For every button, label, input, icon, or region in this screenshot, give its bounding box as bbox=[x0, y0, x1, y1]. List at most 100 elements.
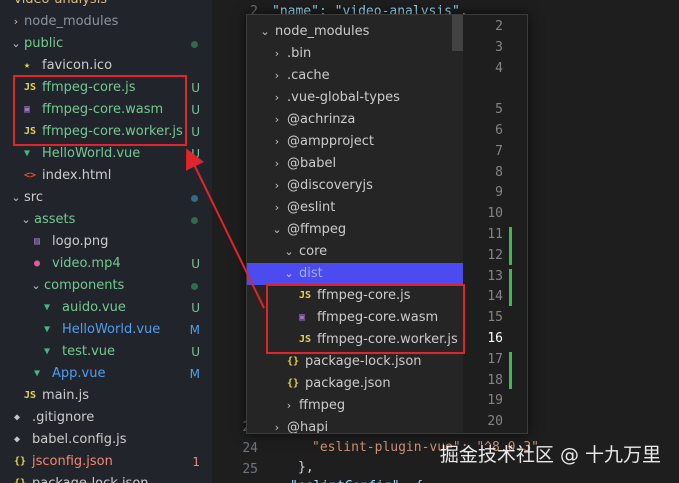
peek-item-selected[interactable]: ⌄ dist bbox=[247, 263, 463, 285]
chevron-icon: › bbox=[274, 69, 280, 82]
line-number: 10 bbox=[487, 206, 503, 222]
line-number: 12 bbox=[487, 247, 503, 263]
chevron-icon: ⌄ bbox=[260, 25, 270, 38]
explorer-item-label: logo.png bbox=[52, 234, 109, 249]
peek-item-label: .bin bbox=[287, 46, 312, 61]
line-number: 5 bbox=[495, 102, 503, 118]
peek-item-label: @discoveryjs bbox=[287, 178, 373, 193]
explorer-item[interactable]: ⌄ src bbox=[0, 187, 212, 209]
git-status-badge: M bbox=[189, 367, 200, 381]
peek-item[interactable]: ⌄ node_modules bbox=[247, 21, 463, 43]
explorer-item[interactable]: ◆ .gitignore bbox=[0, 407, 212, 429]
file-type-icon: ◆ bbox=[14, 412, 21, 423]
peek-item[interactable]: › @ampproject bbox=[247, 131, 463, 153]
explorer-item[interactable]: › node_modules bbox=[0, 11, 212, 33]
chevron-icon: ⌄ bbox=[272, 223, 282, 236]
peek-item[interactable]: › @eslint bbox=[247, 197, 463, 219]
git-change-bar bbox=[509, 268, 512, 307]
explorer-item[interactable]: ⌄ public bbox=[0, 33, 212, 55]
chevron-icon: › bbox=[274, 47, 280, 60]
peek-item-label: .cache bbox=[287, 68, 330, 83]
explorer-item[interactable]: ▼ App.vue M bbox=[0, 363, 212, 385]
explorer-item-label: main.js bbox=[42, 388, 89, 403]
explorer-item[interactable]: ◆ babel.config.js bbox=[0, 429, 212, 451]
chevron-icon: › bbox=[274, 113, 280, 126]
line-number: 20 bbox=[487, 414, 503, 430]
explorer-item[interactable]: ▼ HelloWorld.vue U bbox=[0, 143, 212, 165]
line-number: 19 bbox=[487, 393, 503, 409]
peek-item[interactable]: ⌄ @ffmpeg bbox=[247, 219, 463, 241]
file-type-icon: {} bbox=[287, 378, 300, 389]
git-status-badge: U bbox=[191, 103, 200, 117]
git-status-badge: U bbox=[191, 81, 200, 95]
file-type-icon: JS bbox=[24, 390, 37, 401]
popup-highlight-box bbox=[266, 284, 465, 354]
peek-item[interactable]: › .vue-global-types bbox=[247, 87, 463, 109]
peek-item[interactable]: {} package-lock.json bbox=[247, 351, 463, 373]
chevron-icon: ⌄ bbox=[11, 37, 21, 50]
line-number: 6 bbox=[495, 123, 503, 138]
peek-item-label: dist bbox=[299, 266, 323, 281]
line-number: 2 bbox=[495, 19, 503, 34]
chevron-icon: › bbox=[274, 421, 280, 434]
git-status-badge: 1 bbox=[192, 455, 200, 469]
file-type-icon: ▨ bbox=[34, 236, 41, 247]
peek-scrollbar[interactable] bbox=[452, 15, 463, 51]
explorer-item[interactable]: ● video.mp4 U bbox=[0, 253, 212, 275]
chevron-icon: › bbox=[274, 91, 280, 104]
explorer-item[interactable]: <> index.html bbox=[0, 165, 212, 187]
explorer-item[interactable]: ▨ logo.png bbox=[0, 231, 212, 253]
chevron-icon: › bbox=[274, 135, 280, 148]
file-type-icon: ▼ bbox=[44, 346, 51, 357]
explorer-item-label: jsconfig.json bbox=[32, 454, 113, 469]
explorer-item-label: src bbox=[24, 190, 43, 205]
peek-item[interactable]: › ffmpeg bbox=[247, 395, 463, 417]
line-number: 3 bbox=[495, 39, 503, 55]
git-change-bar bbox=[509, 351, 512, 390]
peek-item[interactable]: › @discoveryjs bbox=[247, 175, 463, 197]
explorer-item[interactable]: ▼ HelloWorld.vue M bbox=[0, 319, 212, 341]
peek-item[interactable]: ⌄ core bbox=[247, 241, 463, 263]
explorer-item[interactable]: {} package-lock.json bbox=[0, 473, 212, 483]
file-type-icon: <> bbox=[24, 170, 37, 181]
chevron-icon: › bbox=[274, 201, 280, 214]
line-number: 7 bbox=[495, 143, 503, 159]
git-status-badge: U bbox=[191, 147, 200, 161]
explorer-item[interactable]: ▼ test.vue U bbox=[0, 341, 212, 363]
chevron-icon: › bbox=[274, 179, 280, 192]
chevron-icon: ⌄ bbox=[284, 245, 294, 258]
peek-item[interactable]: › @hapi bbox=[247, 417, 463, 434]
peek-item-label: core bbox=[299, 244, 328, 259]
peek-item[interactable]: › .bin bbox=[247, 43, 463, 65]
explorer-item[interactable]: ⌄ components bbox=[0, 275, 212, 297]
git-status-badge: U bbox=[191, 301, 200, 315]
file-type-icon: ▼ bbox=[24, 148, 31, 159]
explorer-item[interactable]: video-analysis bbox=[0, 0, 212, 11]
peek-item[interactable]: › @achrinza bbox=[247, 109, 463, 131]
peek-item-label: package.json bbox=[305, 376, 391, 391]
file-type-icon: {} bbox=[287, 356, 300, 367]
explorer-item-label: components bbox=[44, 278, 125, 293]
explorer-item[interactable]: ★ favicon.ico bbox=[0, 55, 212, 77]
change-dot bbox=[191, 217, 198, 224]
explorer-item-label: video-analysis bbox=[14, 0, 107, 11]
peek-item-label: @ffmpeg bbox=[287, 222, 347, 237]
file-explorer: video-analysis›node_modules⌄public★favic… bbox=[0, 0, 212, 483]
peek-item[interactable]: › .cache bbox=[247, 65, 463, 87]
explorer-item[interactable]: ▼ auido.vue U bbox=[0, 297, 212, 319]
explorer-item[interactable]: JS main.js bbox=[0, 385, 212, 407]
watermark: 掘金技术社区 @ 十九万里 bbox=[439, 444, 661, 466]
explorer-item-label: App.vue bbox=[52, 366, 106, 381]
peek-item[interactable]: {} package.json bbox=[247, 373, 463, 395]
line-number: 25 bbox=[242, 461, 258, 477]
peek-item-label: ffmpeg bbox=[299, 398, 346, 413]
line-number: 24 bbox=[242, 440, 258, 456]
change-dot bbox=[191, 195, 198, 202]
explorer-item[interactable]: ⌄ assets bbox=[0, 209, 212, 231]
explorer-item-label: test.vue bbox=[62, 344, 116, 359]
peek-item[interactable]: › @babel bbox=[247, 153, 463, 175]
chevron-icon: › bbox=[286, 399, 292, 412]
line-number: 13 bbox=[487, 268, 503, 284]
explorer-item[interactable]: {} jsconfig.json 1 bbox=[0, 451, 212, 473]
chevron-icon: ⌄ bbox=[21, 213, 31, 226]
